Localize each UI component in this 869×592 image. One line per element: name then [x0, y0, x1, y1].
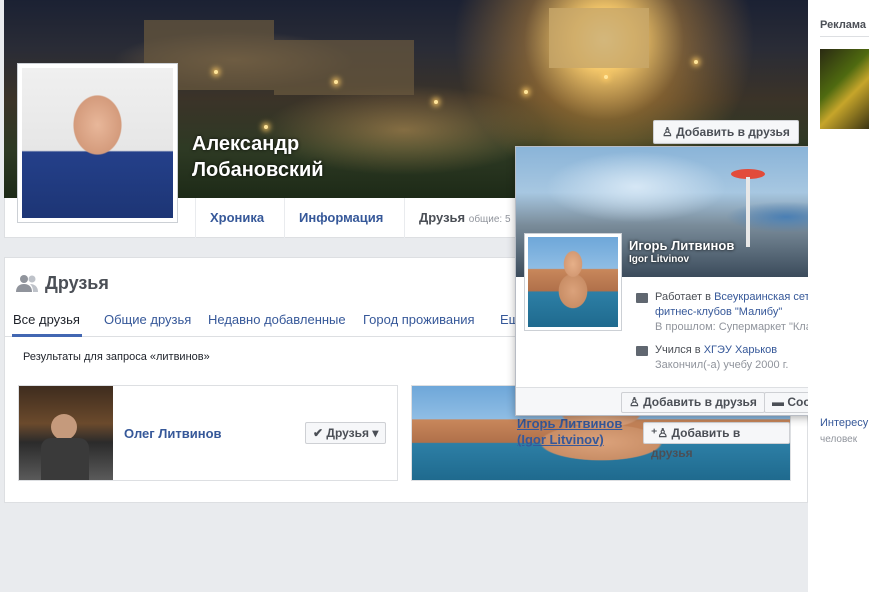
tab-timeline[interactable]: Хроника [195, 198, 278, 238]
hovercard-alt-name: Igor Litvinov [629, 254, 689, 265]
add-friend-label: Добавить в друзья [676, 125, 790, 139]
work-link[interactable]: Всеукраинская сеть [714, 291, 815, 303]
work-past: В прошлом: Супермаркет "Класс" [655, 321, 827, 333]
hovercard-name[interactable]: Игорь Литвинов [629, 238, 734, 253]
edu-prefix: Учился в [655, 344, 701, 356]
ad-image[interactable] [820, 49, 869, 129]
profile-avatar[interactable] [17, 63, 178, 223]
profile-name[interactable]: Александр Лобановский [192, 131, 392, 183]
profile-name-line2: Лобановский [192, 159, 324, 181]
friend-name[interactable]: Игорь Литвинов (Igor Litvinov) [517, 416, 622, 448]
friend-name-line2: (Igor Litvinov) [517, 432, 604, 447]
chevron-down-icon: ▾ [372, 426, 379, 440]
subtab-recent[interactable]: Недавно добавленные [208, 312, 346, 327]
cover-light [434, 100, 438, 104]
tab-friends-label: Друзья [419, 210, 466, 225]
ads-title: Реклама [820, 19, 867, 31]
active-subtab-indicator [12, 334, 82, 337]
cover-light [264, 125, 268, 129]
cover-light [694, 60, 698, 64]
edu-link[interactable]: ХГЭУ Харьков [704, 344, 777, 356]
cover-light [334, 80, 338, 84]
tab-info[interactable]: Информация [284, 198, 397, 238]
divider [820, 36, 869, 37]
work-prefix: Работает в [655, 291, 711, 303]
graduation-cap-icon [636, 346, 648, 356]
profile-name-line1: Александр [192, 133, 300, 155]
hovercard-avatar-image [528, 237, 618, 327]
check-icon: ✔ [313, 426, 324, 440]
subtab-mutual[interactable]: Общие друзья [104, 312, 191, 327]
hovercard-education: Учился в ХГЭУ Харьков Закончил(-а) учебу… [655, 343, 788, 373]
ad-subtext: человек [820, 434, 858, 445]
friend-card: Олег Литвинов ✔ Друзья ▾ [18, 385, 398, 481]
cover-light [604, 75, 608, 79]
friend-photo[interactable] [19, 386, 113, 480]
add-friend-label: Добавить в друзья [643, 395, 757, 409]
hovercard-work: Работает в Всеукраинская сеть фитнес-клу… [655, 290, 827, 335]
add-friend-icon: ♙ [662, 125, 673, 139]
hovercard-add-friend-button[interactable]: ♙ Добавить в друзья [621, 392, 765, 413]
briefcase-icon [636, 293, 648, 303]
friends-title: Друзья [45, 273, 109, 293]
cover-building [274, 40, 414, 95]
cover-light [524, 90, 528, 94]
add-friend-button[interactable]: ⁺♙ Добавить в друзья [643, 422, 790, 460]
add-friend-icon: ♙ [629, 395, 640, 409]
tab-friends[interactable]: Друзья общие: 5 [404, 198, 525, 238]
hovercard-avatar[interactable] [524, 233, 622, 331]
mutual-count: общие: 5 [468, 214, 511, 225]
subtab-city[interactable]: Город проживания [363, 312, 475, 327]
message-icon: ▬ [772, 395, 784, 409]
add-friend-button[interactable]: ♙ Добавить в друзья [653, 120, 799, 144]
edu-sub: Закончил(-а) учебу 2000 г. [655, 359, 789, 371]
friends-status-label: Друзья [326, 426, 369, 440]
cover-light [214, 70, 218, 74]
friend-name-line1: Игорь Литвинов [517, 416, 623, 431]
ad-text[interactable]: Интересу [820, 417, 868, 429]
add-friend-icon: ⁺♙ [651, 426, 669, 440]
friend-name[interactable]: Олег Литвинов [124, 426, 222, 441]
cover-cathedral [549, 8, 649, 68]
search-query-label: Результаты для запроса «литвинов» [23, 351, 210, 363]
subtab-all-friends[interactable]: Все друзья [13, 312, 80, 327]
friends-icon [16, 275, 38, 292]
friends-status-button[interactable]: ✔ Друзья ▾ [305, 422, 387, 444]
work-link[interactable]: фитнес-клубов "Малибу" [655, 306, 782, 318]
avatar-image [22, 68, 173, 218]
